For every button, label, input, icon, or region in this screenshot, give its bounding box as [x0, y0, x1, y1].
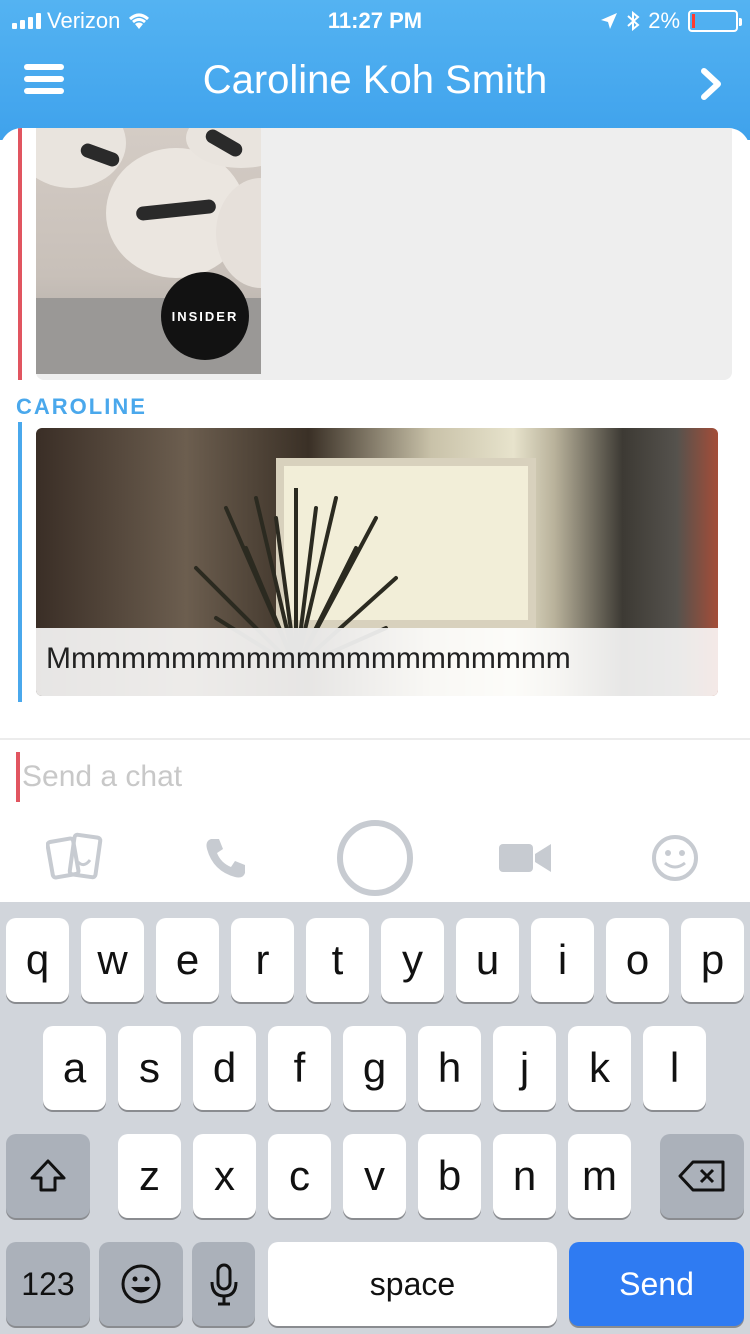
location-arrow-icon — [601, 13, 618, 29]
key[interactable]: u — [456, 918, 519, 1002]
chat-toolbar — [0, 810, 750, 902]
emoji-keyboard-icon — [121, 1264, 161, 1304]
key[interactable]: l — [643, 1026, 706, 1110]
key[interactable]: b — [418, 1134, 481, 1218]
keyboard: q w e r t y u i o p a s d f g h j k l z … — [0, 902, 750, 1334]
key[interactable]: i — [531, 918, 594, 1002]
capture-button[interactable] — [335, 818, 415, 898]
shift-key[interactable] — [6, 1134, 90, 1218]
key[interactable]: x — [193, 1134, 256, 1218]
emoji-keyboard-key[interactable] — [99, 1242, 183, 1326]
sender-name: CAROLINE — [16, 394, 147, 419]
key[interactable]: w — [81, 918, 144, 1002]
chat-input[interactable] — [22, 752, 722, 802]
snap-card[interactable]: Mmmmmmmmmmmmmmmmmmmmm — [36, 428, 718, 696]
bluetooth-icon — [627, 11, 640, 31]
numbers-key[interactable]: 123 — [6, 1242, 90, 1326]
delete-key[interactable] — [660, 1134, 744, 1218]
status-right: 2% — [600, 8, 742, 34]
send-key[interactable]: Send — [569, 1242, 744, 1326]
space-key[interactable]: space — [268, 1242, 557, 1326]
backspace-icon — [678, 1160, 725, 1192]
key[interactable]: r — [231, 918, 294, 1002]
emoji-icon[interactable] — [635, 818, 715, 898]
insider-logo: INSIDER — [161, 272, 249, 360]
message-sender-bar — [18, 128, 22, 380]
key[interactable]: z — [118, 1134, 181, 1218]
chevron-right-icon[interactable] — [700, 66, 724, 111]
key[interactable]: g — [343, 1026, 406, 1110]
key[interactable]: y — [381, 918, 444, 1002]
key[interactable]: h — [418, 1026, 481, 1110]
message-sender-bar — [18, 422, 22, 702]
microphone-icon — [210, 1263, 237, 1306]
key[interactable]: f — [268, 1026, 331, 1110]
text-cursor — [16, 752, 20, 802]
key[interactable]: e — [156, 918, 219, 1002]
key[interactable]: m — [568, 1134, 631, 1218]
shift-icon — [30, 1159, 66, 1192]
battery-fill — [692, 14, 695, 28]
key[interactable]: q — [6, 918, 69, 1002]
key[interactable]: o — [606, 918, 669, 1002]
key[interactable]: p — [681, 918, 744, 1002]
dictation-key[interactable] — [192, 1242, 255, 1326]
video-camera-icon[interactable] — [485, 818, 565, 898]
phone-icon[interactable] — [186, 818, 266, 898]
composer — [16, 752, 734, 802]
snap-caption: Mmmmmmmmmmmmmmmmmmmmm — [36, 628, 718, 696]
key[interactable]: c — [268, 1134, 331, 1218]
key[interactable]: j — [493, 1026, 556, 1110]
stickers-icon[interactable] — [36, 818, 116, 898]
key[interactable]: a — [43, 1026, 106, 1110]
shared-story-card[interactable]: INSIDER — [36, 128, 732, 380]
composer-divider — [0, 738, 750, 740]
chat-header: Verizon 11:27 PM 2% Caroline Koh Smith — [0, 0, 750, 140]
key[interactable]: d — [193, 1026, 256, 1110]
message-shared-story: INSIDER — [16, 128, 732, 380]
message-snap: Mmmmmmmmmmmmmmmmmmmmm — [16, 422, 718, 702]
key[interactable]: t — [306, 918, 369, 1002]
key[interactable]: n — [493, 1134, 556, 1218]
key[interactable]: s — [118, 1026, 181, 1110]
key[interactable]: v — [343, 1134, 406, 1218]
chat-thread[interactable]: INSIDER CAROLINE Mmmmmmmmmmmmmmmmmmmmm — [0, 128, 750, 740]
key[interactable]: k — [568, 1026, 631, 1110]
battery-icon — [688, 10, 742, 32]
insider-story-thumbnail[interactable]: INSIDER — [36, 128, 261, 374]
status-bar: Verizon 11:27 PM 2% — [0, 0, 750, 40]
conversation-title: Caroline Koh Smith — [202, 58, 548, 102]
battery-percent: 2% — [648, 8, 680, 33]
